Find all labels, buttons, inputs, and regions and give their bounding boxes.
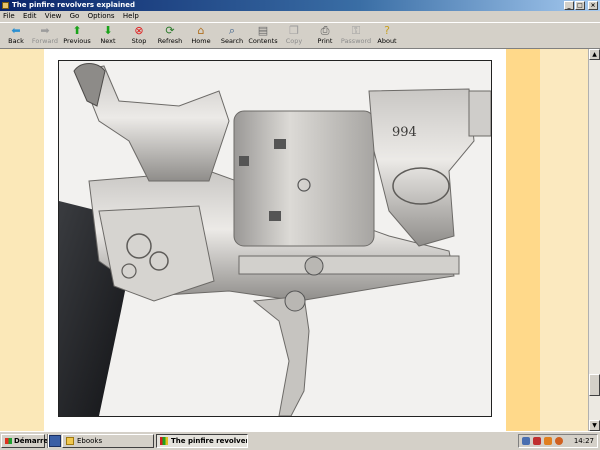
maximize-button[interactable]: □ xyxy=(575,1,585,10)
back-button[interactable]: ⬅ Back xyxy=(0,25,32,49)
vertical-scrollbar[interactable]: ▲ ▼ xyxy=(588,49,600,431)
stop-label: Stop xyxy=(131,37,147,45)
previous-label: Previous xyxy=(63,37,91,45)
print-label: Print xyxy=(317,37,333,45)
clock[interactable]: 14:27 xyxy=(574,435,594,447)
antivirus-icon[interactable] xyxy=(533,437,541,445)
forward-button[interactable]: ➡ Forward xyxy=(29,25,61,49)
revolver-illustration: 994 xyxy=(59,61,491,416)
toolbar: ⬅ Back ➡ Forward ⬆ Previous ⬇ Next ⊗ Sto… xyxy=(0,22,600,49)
update-icon[interactable] xyxy=(544,437,552,445)
home-button[interactable]: ⌂ Home xyxy=(185,25,217,49)
help-icon: ? xyxy=(384,24,390,37)
password-label: Password xyxy=(340,37,372,45)
stop-button[interactable]: ⊗ Stop xyxy=(123,25,155,49)
taskbar: Démarrer Ebooks The pinfire revolvers ..… xyxy=(0,431,600,450)
content-area: 994 xyxy=(0,49,588,431)
menu-file[interactable]: File xyxy=(0,11,18,22)
task-ebooks[interactable]: Ebooks xyxy=(62,434,154,448)
quick-launch-icon[interactable] xyxy=(49,435,61,447)
forward-arrow-icon: ➡ xyxy=(40,24,50,37)
copy-button[interactable]: ❐ Copy xyxy=(278,25,310,49)
menu-view[interactable]: View xyxy=(42,11,65,22)
refresh-label: Refresh xyxy=(157,37,183,45)
engraved-number: 994 xyxy=(392,125,417,140)
copy-icon: ❐ xyxy=(289,24,299,37)
task-pinfire-revolvers[interactable]: The pinfire revolvers ... xyxy=(156,434,248,448)
search-button[interactable]: ⌕ Search xyxy=(216,25,248,49)
app-icon xyxy=(2,2,9,9)
security-icon[interactable] xyxy=(555,437,563,445)
print-icon: ⎙ xyxy=(320,24,330,37)
contents-label: Contents xyxy=(248,37,278,45)
window-controls: _ □ × xyxy=(564,1,598,10)
up-arrow-icon: ⬆ xyxy=(72,24,82,37)
start-button[interactable]: Démarrer xyxy=(1,434,52,448)
scroll-down-button[interactable]: ▼ xyxy=(589,420,600,431)
previous-button[interactable]: ⬆ Previous xyxy=(61,25,93,49)
contents-icon: ▤ xyxy=(257,24,269,37)
next-label: Next xyxy=(100,37,116,45)
menu-go[interactable]: Go xyxy=(67,11,83,22)
home-label: Home xyxy=(191,37,211,45)
print-button[interactable]: ⎙ Print xyxy=(309,25,341,49)
about-button[interactable]: ? About xyxy=(371,25,403,49)
refresh-button[interactable]: ⟳ Refresh xyxy=(154,25,186,49)
window-title: The pinfire revolvers explained xyxy=(12,1,136,9)
close-button[interactable]: × xyxy=(588,1,598,10)
forward-label: Forward xyxy=(31,37,59,45)
folder-icon xyxy=(66,437,74,445)
menu-help[interactable]: Help xyxy=(120,11,142,22)
password-button[interactable]: ⚿ Password xyxy=(340,25,372,49)
back-label: Back xyxy=(8,37,24,45)
left-margin xyxy=(0,49,44,431)
right-margin xyxy=(540,49,588,431)
about-label: About xyxy=(377,37,397,45)
task-pinfire-label: The pinfire revolvers ... xyxy=(171,437,247,445)
task-ebooks-label: Ebooks xyxy=(77,437,103,445)
system-tray: 14:27 xyxy=(518,434,598,448)
minimize-button[interactable]: _ xyxy=(564,1,574,10)
windows-logo-icon xyxy=(5,438,12,444)
down-arrow-icon: ⬇ xyxy=(103,24,113,37)
network-icon[interactable] xyxy=(522,437,530,445)
key-icon: ⚿ xyxy=(351,24,361,37)
search-label: Search xyxy=(220,37,244,45)
next-button[interactable]: ⬇ Next xyxy=(92,25,124,49)
right-border-band xyxy=(506,49,540,431)
menu-edit[interactable]: Edit xyxy=(20,11,40,22)
stop-icon: ⊗ xyxy=(134,24,144,37)
scroll-up-button[interactable]: ▲ xyxy=(589,49,600,60)
scroll-thumb[interactable] xyxy=(589,374,600,396)
title-bar: The pinfire revolvers explained _ □ × xyxy=(0,0,600,11)
contents-button[interactable]: ▤ Contents xyxy=(247,25,279,49)
copy-label: Copy xyxy=(285,37,303,45)
menu-bar: File Edit View Go Options Help xyxy=(0,11,600,22)
home-icon: ⌂ xyxy=(197,24,205,37)
search-icon: ⌕ xyxy=(228,24,236,37)
back-arrow-icon: ⬅ xyxy=(11,24,21,37)
book-icon xyxy=(160,437,168,445)
menu-options[interactable]: Options xyxy=(85,11,118,22)
refresh-icon: ⟳ xyxy=(165,24,175,37)
revolver-photo: 994 xyxy=(58,60,492,417)
